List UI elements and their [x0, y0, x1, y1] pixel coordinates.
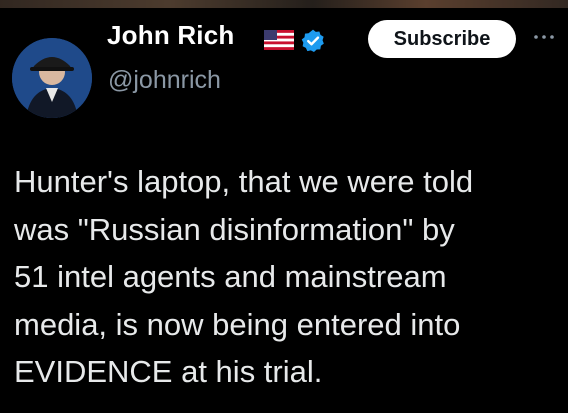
subscribe-button[interactable]: Subscribe: [368, 20, 516, 58]
tweet-card: John Rich @johnrich Subscribe Hunter's l…: [0, 0, 568, 413]
tweet-text: Hunter's laptop, that we were told was "…: [14, 158, 559, 396]
author-name[interactable]: John Rich: [107, 20, 234, 51]
avatar-portrait: [12, 38, 92, 118]
top-image-strip: [0, 0, 568, 8]
us-flag-icon: [264, 30, 294, 50]
tweet-line: EVIDENCE at his trial.: [14, 354, 323, 389]
tweet-line: media, is now being entered into: [14, 306, 461, 342]
tweet-line: 51 intel agents and mainstream: [14, 259, 447, 294]
verified-badge-icon: [301, 29, 324, 53]
avatar[interactable]: [12, 38, 92, 118]
tweet-line: Hunter's laptop, that we were told: [14, 164, 474, 199]
tweet-line: was "Russian disinformation" by: [14, 211, 455, 247]
author-handle[interactable]: @johnrich: [108, 66, 221, 95]
more-options-icon[interactable]: [530, 27, 560, 47]
